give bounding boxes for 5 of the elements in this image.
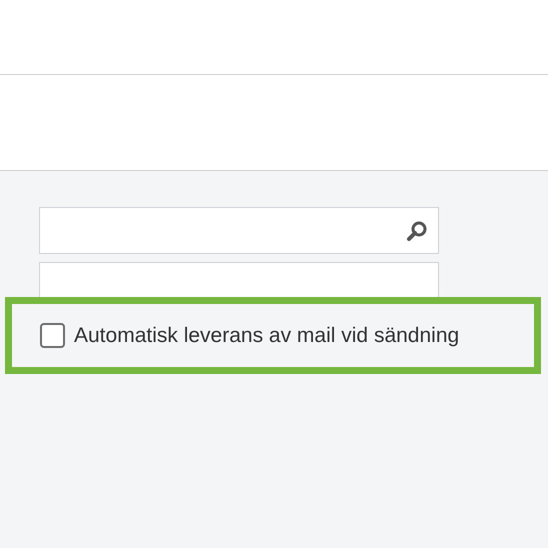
search-icon xyxy=(406,220,428,242)
checkbox-label: Automatisk leverans av mail vid sändning xyxy=(74,322,460,349)
checkbox[interactable] xyxy=(40,323,65,348)
input-field[interactable] xyxy=(39,262,439,298)
search-field[interactable] xyxy=(39,207,439,254)
